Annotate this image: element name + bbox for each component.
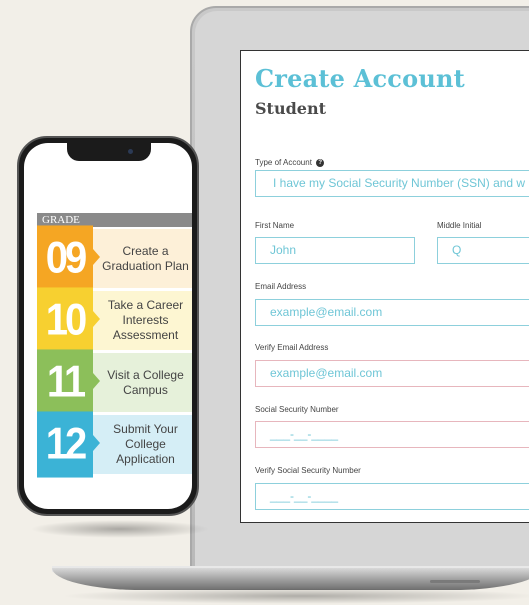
create-account-form: Create Account Student (255, 64, 529, 118)
middle-initial-placeholder: Q (452, 243, 462, 257)
phone-camera-icon (128, 149, 133, 154)
grade-task: Take a Career Interests Assessment (107, 298, 184, 342)
middle-initial-label: Middle Initial (437, 221, 482, 230)
account-type-select[interactable]: I have my Social Security Number (SSN) a… (255, 170, 529, 197)
first-name-placeholder: John (270, 243, 297, 257)
email-field[interactable]: example@email.com (255, 299, 529, 326)
grade-number: 10 (37, 287, 93, 354)
grade-task: Visit a College Campus (107, 367, 184, 397)
verify-email-field[interactable]: example@email.com (255, 360, 529, 387)
grade-row-09: 09 Create a Graduation Plan (37, 225, 192, 292)
first-name-field[interactable]: John (255, 237, 415, 264)
verify-ssn-label: Verify Social Security Number (255, 466, 361, 475)
account-type-label-text: Type of Account (255, 158, 312, 167)
laptop-base (52, 568, 529, 590)
account-type-label: Type of Account ? (255, 158, 325, 167)
grade-task: Create a Graduation Plan (102, 243, 189, 273)
verify-email-placeholder: example@email.com (270, 366, 383, 380)
ssn-field[interactable]: ___-__-____ (255, 421, 529, 448)
info-circle-icon[interactable]: ? (316, 158, 325, 167)
middle-initial-field[interactable]: Q (437, 237, 529, 264)
ssn-placeholder: ___-__-____ (270, 427, 339, 441)
grade-row-12: 12 Submit Your College Application (37, 411, 192, 478)
laptop-shadow (60, 588, 529, 604)
laptop-screen: Create Account Student Type of Account ?… (240, 50, 529, 523)
ssn-label: Social Security Number (255, 405, 339, 414)
page-title: Create Account (255, 64, 465, 93)
grade-row-10: 10 Take a Career Interests Assessment (37, 287, 192, 354)
email-label: Email Address (255, 282, 307, 291)
grade-number: 09 (37, 225, 93, 292)
grade-row-11: 11 Visit a College Campus (37, 349, 192, 416)
grade-task: Submit Your College Application (113, 422, 178, 466)
grade-number: 12 (37, 411, 93, 478)
phone-shadow (30, 520, 210, 538)
first-name-label: First Name (255, 221, 295, 230)
page-subtitle: Student (255, 99, 326, 118)
phone-notch (67, 143, 151, 161)
verify-email-label: Verify Email Address (255, 343, 329, 352)
verify-ssn-placeholder: ___-__-____ (270, 489, 339, 503)
email-placeholder: example@email.com (270, 305, 383, 319)
verify-ssn-field[interactable]: ___-__-____ (255, 483, 529, 510)
grade-number: 11 (37, 349, 93, 416)
laptop-hinge-notch (430, 580, 480, 583)
account-type-select-value: I have my Social Security Number (SSN) a… (273, 176, 526, 190)
